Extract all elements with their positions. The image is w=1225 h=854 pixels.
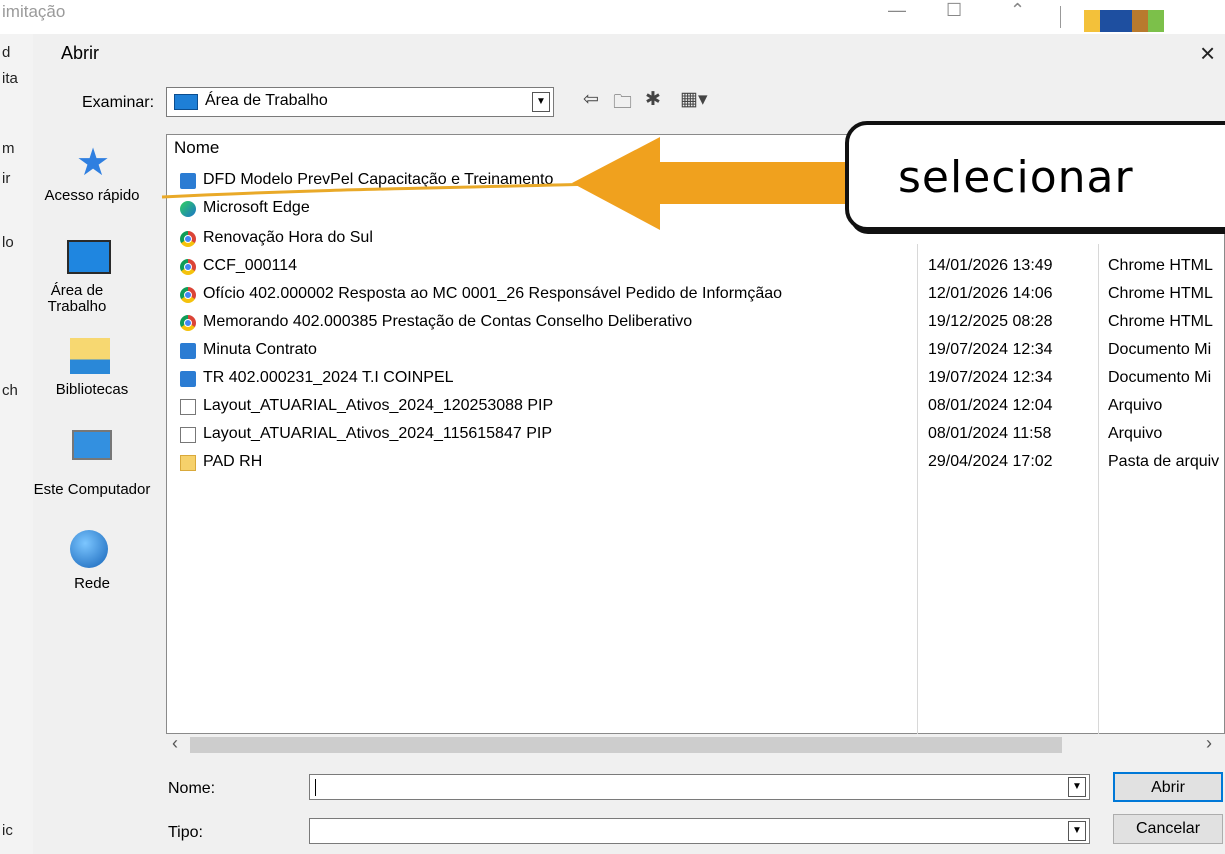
highlight-underline: [161, 182, 601, 199]
arrow-icon: [572, 137, 850, 230]
callout-text: selecionar: [898, 152, 1134, 203]
